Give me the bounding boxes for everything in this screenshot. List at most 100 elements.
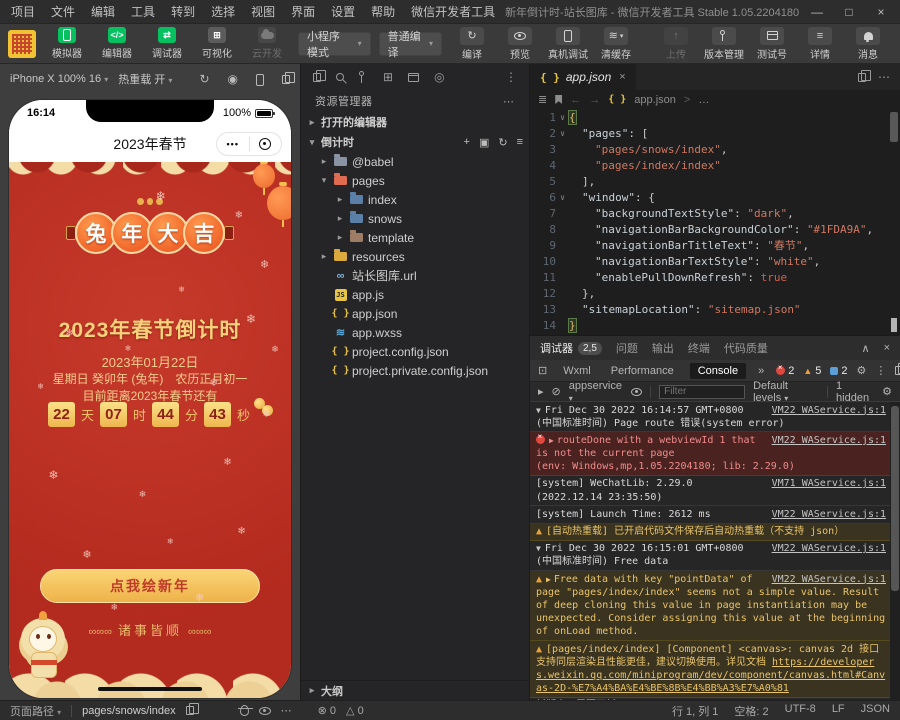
- console-filter-input[interactable]: [659, 385, 745, 399]
- menu-item[interactable]: 项目: [4, 1, 42, 22]
- user-avatar[interactable]: [8, 30, 36, 58]
- record-icon[interactable]: ◉: [228, 72, 238, 86]
- console-log-warn[interactable]: VM22 WAService.js:1▲▶Free data with key …: [530, 571, 900, 641]
- fold-icon[interactable]: ∨: [556, 126, 569, 142]
- status-more-icon[interactable]: ⋯: [281, 704, 292, 717]
- code-line[interactable]: 10"navigationBarTextStyle": "white",: [530, 254, 888, 270]
- outline-list-icon[interactable]: ≣: [538, 93, 547, 106]
- code-area[interactable]: 1∨{2∨"pages": [3"pages/snows/index",4"pa…: [530, 110, 888, 335]
- code-line[interactable]: 5],: [530, 174, 888, 190]
- project-section[interactable]: ▾ 倒计时 + ▣ ↻ ≡: [301, 132, 529, 152]
- code-line[interactable]: 2∨"pages": [: [530, 126, 888, 142]
- split-editor-icon[interactable]: [858, 73, 866, 82]
- tree-item-template[interactable]: ▸template: [301, 228, 529, 247]
- editor-more-icon[interactable]: ⋯: [878, 70, 890, 84]
- tab-terminal[interactable]: 终端: [688, 340, 710, 356]
- multi-window-icon[interactable]: [282, 72, 290, 86]
- editor-scrollbar[interactable]: [889, 110, 899, 335]
- device-frame-icon[interactable]: [256, 72, 264, 86]
- console-log-log[interactable]: VM71 WAService.js:1[system] WeChatLib: 2…: [530, 476, 900, 506]
- new-folder-icon[interactable]: ▣: [479, 136, 489, 149]
- outline-section[interactable]: ▸ 大纲: [301, 680, 529, 700]
- console-log-group[interactable]: VM22 WAService.js:1▼Fri Dec 30 2022 16:1…: [530, 402, 900, 432]
- details-button[interactable]: ≡ 详情: [798, 27, 842, 61]
- editor-toggle-button[interactable]: </> 编辑器: [94, 27, 140, 60]
- compile-mode-select[interactable]: 普通编译▾: [379, 32, 442, 56]
- collapse-panel-icon[interactable]: ∧: [862, 342, 870, 355]
- close-panel-icon[interactable]: ×: [884, 342, 890, 355]
- preview-icon[interactable]: [408, 73, 419, 82]
- error-counter[interactable]: ⊗ 0: [318, 704, 336, 717]
- code-line[interactable]: 13"sitemapLocation": "sitemap.json": [530, 302, 888, 318]
- console-log-error[interactable]: VM22 WAService.js:1▶routeDone with a web…: [530, 432, 900, 476]
- log-levels-select[interactable]: Default levels ▾: [753, 380, 819, 404]
- menu-item[interactable]: 工具: [124, 1, 162, 22]
- menu-item[interactable]: 编辑: [84, 1, 122, 22]
- tree-item-project.private.config.json[interactable]: { }project.private.config.json: [301, 361, 529, 380]
- close-button[interactable]: ×: [866, 2, 896, 22]
- tab-wxml[interactable]: Wxml: [559, 363, 595, 379]
- warning-counter[interactable]: △ 0: [346, 704, 364, 717]
- status-item[interactable]: 行 1, 列 1: [672, 703, 718, 719]
- code-line[interactable]: 14}: [530, 318, 888, 334]
- device-select[interactable]: iPhone X 100% 16 ▾: [10, 73, 108, 85]
- menu-item[interactable]: 选择: [204, 1, 242, 22]
- eye-icon[interactable]: [259, 707, 271, 715]
- console-log-group[interactable]: VM22 WAService.js:1▼Fri Dec 30 2022 16:1…: [530, 541, 900, 571]
- info-count-badge[interactable]: 2: [830, 365, 847, 377]
- menu-item[interactable]: 文件: [44, 1, 82, 22]
- code-line[interactable]: 7"backgroundTextStyle": "dark",: [530, 206, 888, 222]
- code-line[interactable]: 6∨"window": {: [530, 190, 888, 206]
- tab-output[interactable]: 输出: [652, 340, 674, 356]
- tree-item--.url[interactable]: ∞站长图库.url: [301, 266, 529, 285]
- tab-debugger[interactable]: 调试器 2,5: [540, 340, 602, 356]
- expand-object-icon[interactable]: ▶: [549, 436, 554, 445]
- code-line[interactable]: 1∨{: [530, 110, 888, 126]
- eye-icon[interactable]: [631, 388, 642, 396]
- code-line[interactable]: 9"navigationBarTitleText": "春节",: [530, 238, 888, 254]
- collapse-all-icon[interactable]: ≡: [517, 136, 523, 148]
- open-editors-section[interactable]: ▸ 打开的编辑器: [301, 112, 529, 132]
- tree-item-project.config.json[interactable]: { }project.config.json: [301, 342, 529, 361]
- error-count-badge[interactable]: 2: [776, 365, 794, 377]
- kebab-menu-icon[interactable]: ⋮: [875, 364, 886, 377]
- dock-panel-icon[interactable]: ⋮: [505, 70, 517, 84]
- close-tab-icon[interactable]: ×: [619, 71, 625, 83]
- popout-icon[interactable]: [895, 366, 900, 375]
- explorer-more-icon[interactable]: ⋯: [503, 95, 515, 108]
- code-line[interactable]: 11"enablePullDownRefresh": true: [530, 270, 888, 286]
- source-location-link[interactable]: VM71 WAService.js:1: [772, 477, 886, 490]
- simulator-toggle-button[interactable]: 模拟器: [44, 27, 90, 60]
- fold-icon[interactable]: ∨: [556, 190, 569, 206]
- tree-item-pages[interactable]: ▾pages: [301, 171, 529, 190]
- bug-icon[interactable]: [240, 705, 249, 716]
- status-item[interactable]: JSON: [861, 703, 890, 719]
- hot-reload-select[interactable]: 热重载 开 ▾: [118, 71, 172, 87]
- status-item[interactable]: UTF-8: [785, 703, 816, 719]
- menu-item[interactable]: 视图: [244, 1, 282, 22]
- more-tabs-icon[interactable]: »: [758, 365, 764, 377]
- preview-button[interactable]: 预览: [498, 27, 542, 61]
- rotate-icon[interactable]: ↻: [199, 72, 209, 86]
- files-icon[interactable]: [313, 73, 321, 82]
- expand-object-icon[interactable]: ▶: [546, 575, 551, 584]
- fold-icon[interactable]: ∨: [556, 110, 569, 126]
- console-sidebar-toggle-icon[interactable]: ▸: [538, 385, 544, 398]
- status-item[interactable]: LF: [832, 703, 845, 719]
- copy-path-icon[interactable]: [186, 706, 194, 715]
- menu-item[interactable]: 设置: [324, 1, 362, 22]
- code-line[interactable]: 3"pages/snows/index",: [530, 142, 888, 158]
- clear-console-icon[interactable]: ⊘: [552, 385, 561, 398]
- expand-icon[interactable]: ▼: [536, 544, 541, 553]
- tree-item-@babel[interactable]: ▸@babel: [301, 152, 529, 171]
- mode-select[interactable]: 小程序模式▾: [298, 32, 371, 56]
- code-line[interactable]: 4"pages/index/index": [530, 158, 888, 174]
- tab-code-quality[interactable]: 代码质量: [724, 340, 768, 356]
- extensions-icon[interactable]: ⊞: [383, 70, 393, 84]
- source-location-link[interactable]: VM22 WAService.js:1: [772, 404, 886, 417]
- source-location-link[interactable]: VM22 WAService.js:1: [772, 434, 886, 447]
- bookmark-icon[interactable]: [555, 95, 562, 104]
- menu-item[interactable]: 帮助: [364, 1, 402, 22]
- test-account-button[interactable]: 测试号: [750, 27, 794, 61]
- expand-icon[interactable]: ▼: [536, 406, 541, 415]
